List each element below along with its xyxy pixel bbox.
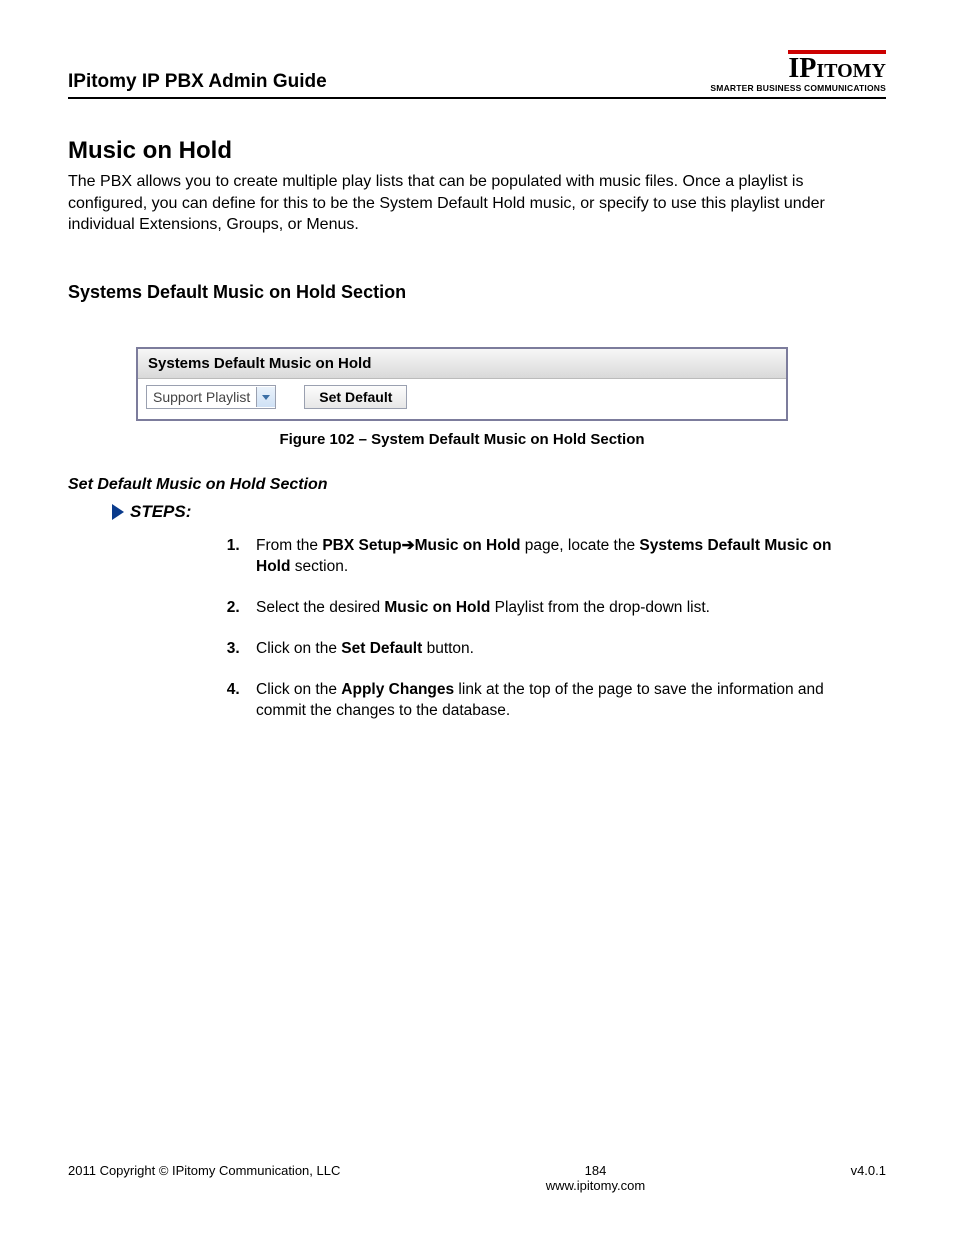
step-4: Click on the Apply Changes link at the t… (244, 680, 856, 722)
step-2: Select the desired Music on Hold Playlis… (244, 598, 856, 619)
footer-version: v4.0.1 (851, 1163, 886, 1178)
dropdown-selected-value: Support Playlist (153, 389, 250, 405)
footer-website: www.ipitomy.com (340, 1178, 850, 1193)
figure-102: Systems Default Music on Hold Support Pl… (136, 347, 788, 448)
footer-page-number: 184 (340, 1163, 850, 1178)
default-moh-panel: Systems Default Music on Hold Support Pl… (136, 347, 788, 421)
step-3: Click on the Set Default button. (244, 639, 856, 660)
steps-heading: STEPS: (110, 502, 886, 522)
section-heading: Systems Default Music on Hold Section (68, 282, 886, 303)
footer-copyright: 2011 Copyright © IPitomy Communication, … (68, 1163, 340, 1178)
page-heading: Music on Hold (68, 137, 886, 165)
chevron-down-icon (256, 387, 275, 407)
brand-logo: IPITOMY SMARTER BUSINESS COMMUNICATIONS (710, 50, 886, 93)
logo-tagline: SMARTER BUSINESS COMMUNICATIONS (710, 83, 886, 93)
playlist-dropdown[interactable]: Support Playlist (146, 385, 276, 409)
figure-caption: Figure 102 – System Default Music on Hol… (136, 431, 788, 448)
subsection-heading: Set Default Music on Hold Section (68, 476, 886, 494)
logo-itomy-text: ITOMY (816, 60, 886, 82)
document-title: IPitomy IP PBX Admin Guide (68, 71, 327, 93)
set-default-button[interactable]: Set Default (304, 385, 407, 409)
page-header: IPitomy IP PBX Admin Guide IPITOMY SMART… (68, 50, 886, 99)
steps-list: From the PBX Setup➔Music on Hold page, l… (68, 536, 886, 722)
steps-label: STEPS: (130, 502, 191, 522)
panel-title: Systems Default Music on Hold (138, 349, 786, 379)
step-1: From the PBX Setup➔Music on Hold page, l… (244, 536, 856, 578)
intro-paragraph: The PBX allows you to create multiple pl… (68, 171, 886, 236)
play-arrow-icon (110, 503, 126, 521)
page-footer: 2011 Copyright © IPitomy Communication, … (68, 1163, 886, 1193)
logo-ip-text: IP (788, 53, 816, 84)
